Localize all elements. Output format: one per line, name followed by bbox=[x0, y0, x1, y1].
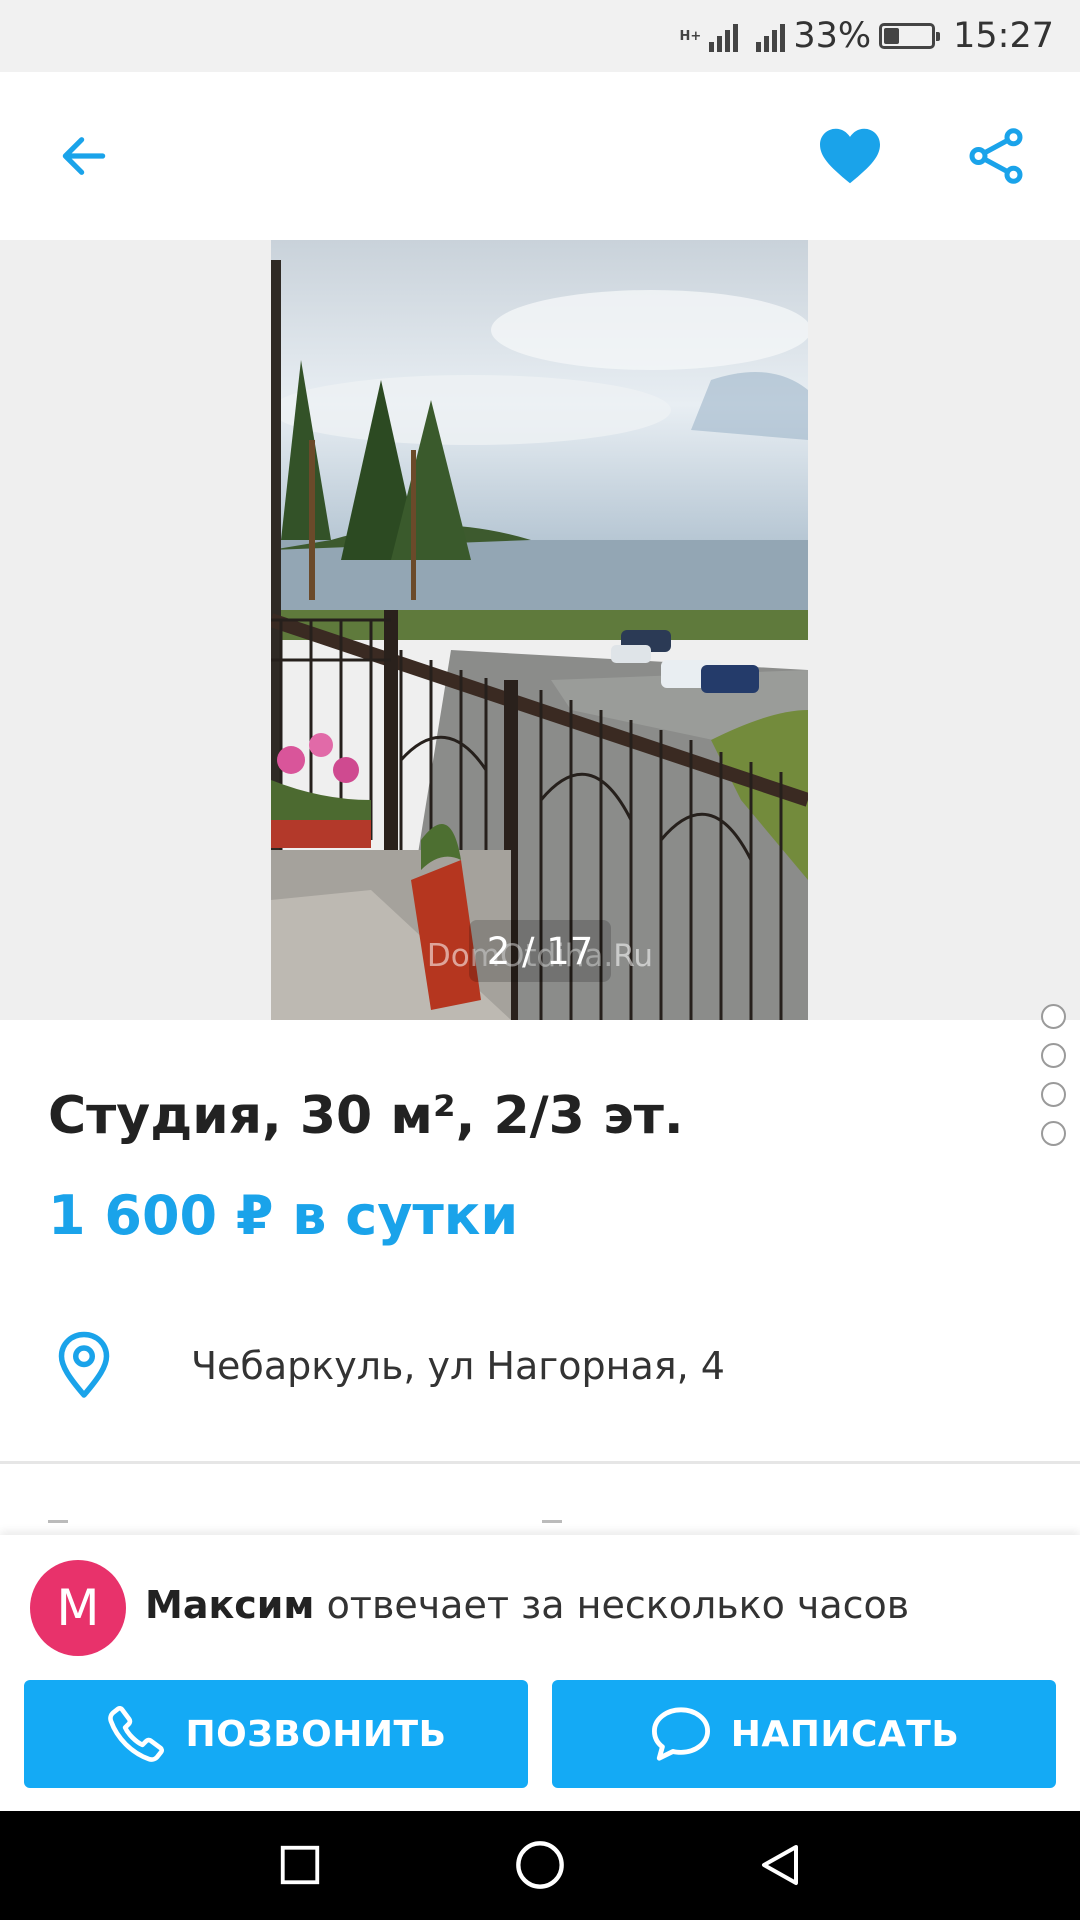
seller-response-status: отвечает за несколько часов bbox=[326, 1583, 910, 1627]
photo-counter: 2 / 17 bbox=[469, 920, 611, 982]
triangle-back-icon bbox=[762, 1845, 798, 1885]
page-dot bbox=[1041, 1121, 1066, 1146]
call-button[interactable]: ПОЗВОНИТЬ bbox=[24, 1680, 528, 1788]
listing-title: Студия, 30 м², 2/3 эт. bbox=[48, 1086, 684, 1146]
photo-gallery[interactable] bbox=[0, 240, 1080, 1146]
page-dot bbox=[1041, 1043, 1066, 1068]
location-pin-icon bbox=[58, 1331, 110, 1398]
page-indicator bbox=[1041, 1004, 1067, 1146]
circle-icon bbox=[516, 1841, 564, 1889]
status-bar: H+ 33% 15:27 bbox=[0, 0, 1080, 72]
favorite-button[interactable] bbox=[810, 116, 890, 196]
write-button-label: НАПИСАТЬ bbox=[730, 1713, 960, 1755]
listing-price: 1 600 ₽ в сутки bbox=[48, 1184, 519, 1247]
seller-name: Максим bbox=[145, 1583, 315, 1627]
system-back-button[interactable] bbox=[750, 1835, 810, 1895]
contact-panel: М Максим отвечает за несколько часов ПОЗ… bbox=[0, 1535, 1080, 1811]
back-button[interactable] bbox=[44, 116, 124, 196]
address-row[interactable]: Чебаркуль, ул Нагорная, 4 bbox=[0, 1318, 1080, 1414]
battery-percent: 33% bbox=[793, 16, 872, 56]
battery-icon bbox=[879, 23, 941, 49]
section-divider bbox=[0, 1461, 1080, 1464]
clock: 15:27 bbox=[953, 16, 1054, 56]
network-indicator: H+ bbox=[680, 20, 739, 52]
seller-avatar[interactable]: М bbox=[30, 1560, 126, 1656]
square-icon bbox=[280, 1845, 320, 1885]
write-button[interactable]: НАПИСАТЬ bbox=[552, 1680, 1056, 1788]
arrow-left-icon bbox=[62, 137, 106, 175]
seller-info: Максим отвечает за несколько часов bbox=[145, 1583, 909, 1627]
heart-icon bbox=[820, 128, 880, 184]
signal-strength-icon bbox=[756, 20, 786, 52]
page-dot bbox=[1041, 1082, 1066, 1107]
app-bar bbox=[0, 72, 1080, 240]
system-navigation-bar bbox=[0, 1811, 1080, 1920]
recent-apps-button[interactable] bbox=[270, 1835, 330, 1895]
signal-icon bbox=[709, 20, 739, 52]
battery-indicator: 33% bbox=[756, 16, 941, 56]
network-type-label: H+ bbox=[679, 28, 702, 44]
call-button-label: ПОЗВОНИТЬ bbox=[185, 1713, 447, 1755]
share-button[interactable] bbox=[956, 116, 1036, 196]
share-icon bbox=[969, 128, 1023, 184]
phone-icon bbox=[108, 1705, 165, 1762]
address-text: Чебаркуль, ул Нагорная, 4 bbox=[191, 1344, 725, 1388]
chat-bubble-icon bbox=[651, 1707, 710, 1761]
listing-photo[interactable] bbox=[271, 240, 808, 1020]
home-button[interactable] bbox=[510, 1835, 570, 1895]
page-dot bbox=[1041, 1004, 1066, 1029]
